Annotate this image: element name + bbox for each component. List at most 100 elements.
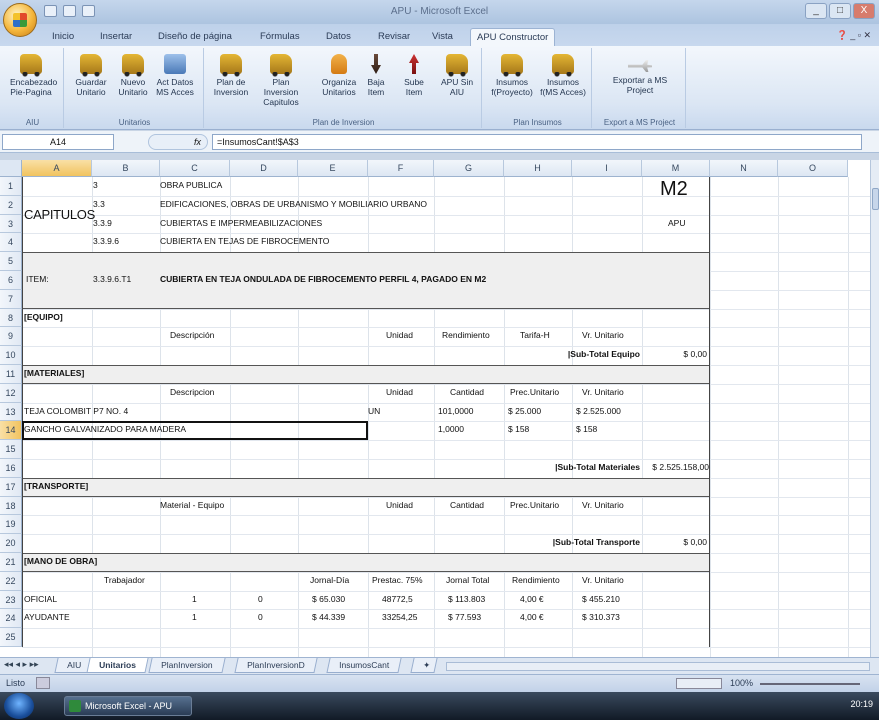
- table-cell[interactable]: $ 25.000: [508, 403, 541, 420]
- row-header[interactable]: 14: [0, 421, 22, 441]
- tab-diseno-pagina[interactable]: Diseño de página: [152, 28, 238, 46]
- row-header[interactable]: 19: [0, 515, 22, 535]
- chapter-code[interactable]: 3: [93, 177, 98, 194]
- section-title[interactable]: [TRANSPORTE]: [24, 478, 88, 495]
- baja-item-button[interactable]: Baja Item: [360, 54, 392, 97]
- row-header[interactable]: 18: [0, 496, 22, 516]
- insert-sheet-tab[interactable]: ✦: [410, 658, 438, 673]
- tab-inicio[interactable]: Inicio: [46, 28, 80, 46]
- column-header[interactable]: H: [504, 160, 572, 177]
- header-cell[interactable]: Vr. Unitario: [582, 497, 624, 514]
- row-header[interactable]: 13: [0, 402, 22, 422]
- zoom-slider[interactable]: [760, 683, 860, 685]
- tab-datos[interactable]: Datos: [320, 28, 357, 46]
- column-header[interactable]: D: [230, 160, 298, 177]
- horizontal-scrollbar[interactable]: [446, 662, 870, 671]
- header-cell[interactable]: Cantidad: [450, 384, 484, 401]
- header-cell[interactable]: Vr. Unitario: [582, 384, 624, 401]
- plan-inversion-button[interactable]: Plan de Inversion: [210, 54, 252, 97]
- row-header[interactable]: 9: [0, 327, 22, 347]
- row-header[interactable]: 22: [0, 571, 22, 591]
- row-header[interactable]: 25: [0, 628, 22, 647]
- item-code[interactable]: 3.3.9.6.T1: [93, 271, 131, 288]
- column-header[interactable]: C: [160, 160, 230, 177]
- header-cell[interactable]: Material - Equipo: [160, 497, 224, 514]
- table-cell[interactable]: 4,00 €: [520, 609, 544, 626]
- table-cell[interactable]: UN: [368, 403, 380, 420]
- chapter-description[interactable]: OBRA PUBLICA: [160, 177, 222, 194]
- vertical-scrollbar[interactable]: [870, 160, 879, 657]
- header-cell[interactable]: Prec.Unitario: [510, 497, 559, 514]
- row-header[interactable]: 2: [0, 195, 22, 215]
- header-cell[interactable]: Unidad: [386, 497, 413, 514]
- header-cell[interactable]: Jornal-Día: [310, 572, 349, 589]
- table-cell[interactable]: 0: [258, 591, 263, 608]
- scrollbar-thumb[interactable]: [872, 188, 879, 210]
- chapter-description[interactable]: EDIFICACIONES, OBRAS DE URBANISMO Y MOBI…: [160, 196, 427, 213]
- column-header[interactable]: B: [92, 160, 160, 177]
- row-header[interactable]: 5: [0, 252, 22, 271]
- row-header[interactable]: 3: [0, 214, 22, 234]
- row-header[interactable]: 21: [0, 553, 22, 572]
- row-header[interactable]: 8: [0, 308, 22, 328]
- chapter-code[interactable]: 3.3.9.6: [93, 233, 119, 250]
- subtotal-label[interactable]: |Sub-Total Transporte: [500, 534, 640, 551]
- row-header[interactable]: 20: [0, 534, 22, 553]
- header-cell[interactable]: Rendimiento: [442, 327, 490, 344]
- row-header[interactable]: 17: [0, 477, 22, 497]
- column-header[interactable]: O: [778, 160, 848, 177]
- row-header[interactable]: 11: [0, 365, 22, 384]
- chapter-description[interactable]: CUBIERTAS E IMPERMEABILIZACIONES: [160, 215, 322, 232]
- row-header[interactable]: 7: [0, 289, 22, 309]
- organiza-unitarios-button[interactable]: Organiza Unitarios: [318, 54, 360, 97]
- row-header[interactable]: 10: [0, 346, 22, 365]
- guardar-unitario-button[interactable]: Guardar Unitario: [70, 54, 112, 97]
- header-cell[interactable]: Rendimiento: [512, 572, 560, 589]
- table-cell[interactable]: $ 113.803: [448, 591, 485, 608]
- column-header[interactable]: G: [434, 160, 504, 177]
- select-all-corner[interactable]: [0, 160, 22, 177]
- taskbar-excel-button[interactable]: Microsoft Excel - APU: [64, 696, 192, 716]
- row-header[interactable]: 24: [0, 609, 22, 629]
- chapter-description[interactable]: CUBIERTA EN TEJAS DE FIBROCEMENTO: [160, 233, 329, 250]
- row-header[interactable]: 1: [0, 177, 22, 196]
- table-cell[interactable]: $ 158: [576, 421, 597, 438]
- column-header[interactable]: M: [642, 160, 710, 177]
- exportar-ms-project-button[interactable]: Exportar a MS Project: [612, 54, 668, 95]
- sheet-tab-planinversiond[interactable]: PlanInversionD: [234, 658, 318, 673]
- insumos-ms-acces-button[interactable]: Insumos f(MS Acces): [538, 54, 588, 97]
- subtotal-value[interactable]: $ 0,00: [645, 534, 707, 551]
- table-cell[interactable]: 48772,5: [382, 591, 413, 608]
- table-cell[interactable]: OFICIAL: [24, 591, 57, 608]
- tab-apu-constructor[interactable]: APU Constructor: [470, 28, 556, 46]
- macro-record-icon[interactable]: [36, 677, 50, 689]
- capitulos-label[interactable]: CAPITULOS: [24, 206, 95, 223]
- start-button[interactable]: [4, 693, 34, 719]
- column-header[interactable]: F: [368, 160, 434, 177]
- table-cell[interactable]: TEJA COLOMBIT P7 NO. 4: [24, 403, 128, 420]
- tab-revisar[interactable]: Revisar: [372, 28, 416, 46]
- subtotal-value[interactable]: $ 0,00: [645, 346, 707, 363]
- row-header[interactable]: 16: [0, 459, 22, 478]
- chapter-code[interactable]: 3.3: [93, 196, 105, 213]
- row-header[interactable]: 23: [0, 590, 22, 610]
- header-cell[interactable]: Prec.Unitario: [510, 384, 559, 401]
- header-cell[interactable]: Vr. Unitario: [582, 327, 624, 344]
- table-cell[interactable]: 1: [192, 609, 197, 626]
- table-cell[interactable]: $ 310.373: [582, 609, 620, 626]
- apu-label[interactable]: APU: [668, 215, 685, 232]
- sheet-tab-unitarios[interactable]: Unitarios: [86, 658, 149, 673]
- close-button[interactable]: X: [853, 3, 875, 19]
- header-cell[interactable]: Jornal Total: [446, 572, 489, 589]
- sheet-tab-planinversion[interactable]: PlanInversion: [148, 658, 226, 673]
- column-header[interactable]: I: [572, 160, 642, 177]
- table-cell[interactable]: $ 44.339: [312, 609, 345, 626]
- header-cell[interactable]: Tarifa-H: [520, 327, 550, 344]
- chapter-code[interactable]: 3.3.9: [93, 215, 112, 232]
- tab-formulas[interactable]: Fórmulas: [254, 28, 306, 46]
- subtotal-label[interactable]: |Sub-Total Materiales: [500, 459, 640, 476]
- encabezado-button[interactable]: Encabezado Pie-Pagina: [10, 54, 57, 97]
- section-title[interactable]: [EQUIPO]: [24, 309, 63, 326]
- table-cell[interactable]: $ 455.210: [582, 591, 620, 608]
- sube-item-button[interactable]: Sube Item: [398, 54, 430, 97]
